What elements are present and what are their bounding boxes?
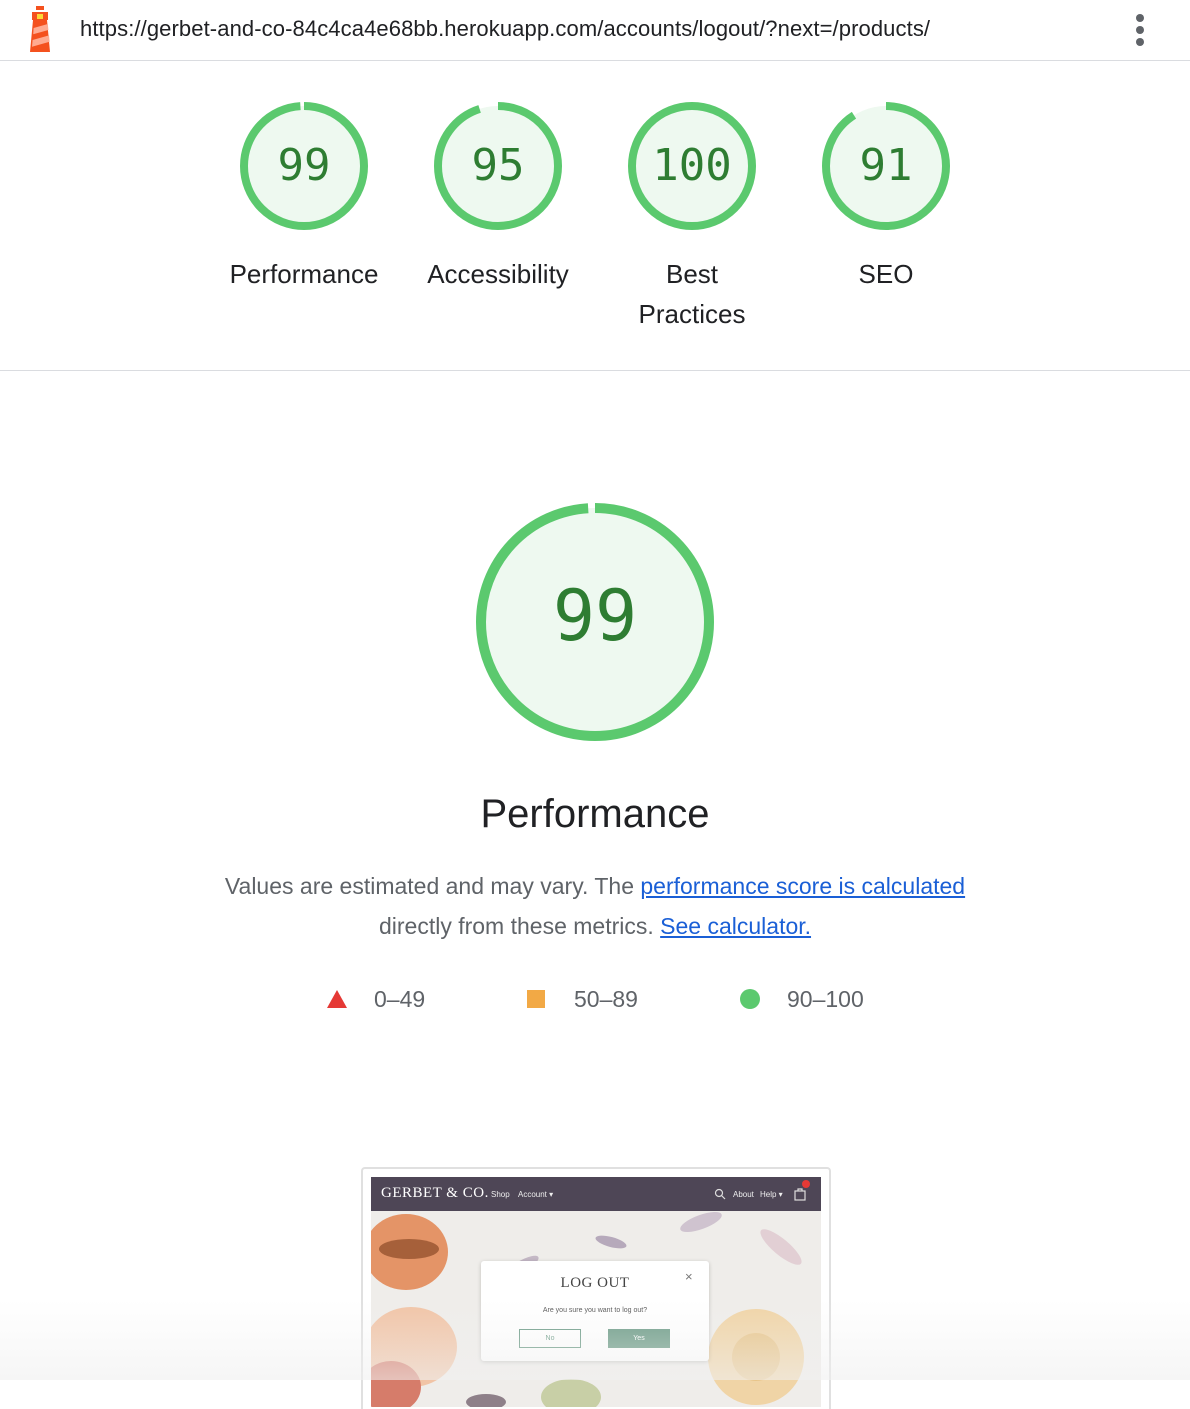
gauge-label: SEO — [858, 259, 914, 289]
yes-button[interactable]: Yes — [608, 1329, 670, 1348]
site-brand[interactable]: GERBET & CO. — [381, 1185, 489, 1202]
gauge-accessibility[interactable]: 95 Accessibility — [408, 100, 588, 294]
score-gauge-icon: 99 — [240, 102, 368, 230]
svg-text:99: 99 — [553, 575, 637, 657]
category-gauges: 99 Performance 95 Accessibility 100 Best… — [0, 60, 1190, 370]
gauge-label: Best Practices — [638, 259, 746, 329]
legend-range: 0–49 — [374, 986, 426, 1012]
svg-text:95: 95 — [472, 140, 525, 191]
close-icon[interactable]: × — [685, 1269, 693, 1284]
modal-title: LOG OUT — [560, 1275, 630, 1291]
performance-score-gauge: 99 — [476, 503, 714, 741]
circle-icon — [740, 989, 760, 1009]
desc-text: directly from these metrics. — [378, 913, 661, 939]
gauge-label: Accessibility — [427, 259, 569, 289]
desc-text: Values are estimated and may vary. The — [224, 873, 641, 899]
svg-text:100: 100 — [652, 140, 731, 191]
score-gauge-icon: 100 — [628, 102, 756, 230]
cart-icon[interactable] — [794, 1187, 806, 1201]
site-navbar: GERBET & CO. Shop Account ▾ About Help ▾ — [371, 1177, 821, 1211]
gauge-best-practices[interactable]: 100 Best Practices — [602, 100, 782, 334]
see-calculator-link[interactable]: See calculator. — [660, 913, 811, 939]
legend-range: 90–100 — [787, 986, 864, 1012]
section-divider — [0, 370, 1190, 371]
cart-badge — [802, 1180, 810, 1188]
modal-question: Are you sure you want to log out? — [542, 1307, 648, 1314]
triangle-icon — [327, 990, 347, 1008]
search-icon[interactable] — [714, 1188, 726, 1200]
kebab-menu-icon[interactable] — [1130, 12, 1150, 48]
score-calculated-link[interactable]: performance score is calculated — [640, 873, 965, 899]
nav-help[interactable]: Help ▾ — [760, 1190, 783, 1199]
gauge-label: Performance — [229, 259, 379, 289]
score-gauge-icon: 95 — [434, 102, 562, 230]
nav-about[interactable]: About — [733, 1190, 754, 1199]
score-gauge-icon: 91 — [822, 102, 950, 230]
url-bar: https://gerbet-and-co-84c4ca4e68bb.herok… — [0, 0, 1190, 61]
legend-range: 50–89 — [574, 986, 638, 1012]
gauge-seo[interactable]: 91 SEO — [796, 100, 976, 294]
page-url[interactable]: https://gerbet-and-co-84c4ca4e68bb.herok… — [80, 16, 930, 42]
svg-text:99: 99 — [278, 140, 331, 191]
screenshot-image: GERBET & CO. Shop Account ▾ About Help ▾… — [371, 1177, 821, 1407]
performance-title: Performance — [480, 792, 710, 836]
gauge-performance[interactable]: 99 Performance — [214, 100, 394, 294]
nav-account[interactable]: Account ▾ — [518, 1190, 553, 1199]
final-screenshot: GERBET & CO. Shop Account ▾ About Help ▾… — [361, 1167, 831, 1409]
performance-description: Values are estimated and may vary. The p… — [195, 866, 995, 946]
no-button[interactable]: No — [519, 1329, 581, 1348]
nav-shop[interactable]: Shop — [491, 1190, 510, 1199]
svg-text:91: 91 — [860, 140, 913, 191]
lighthouse-icon — [30, 6, 50, 52]
logout-modal: LOG OUT × Are you sure you want to log o… — [481, 1261, 709, 1361]
square-icon — [527, 990, 545, 1008]
